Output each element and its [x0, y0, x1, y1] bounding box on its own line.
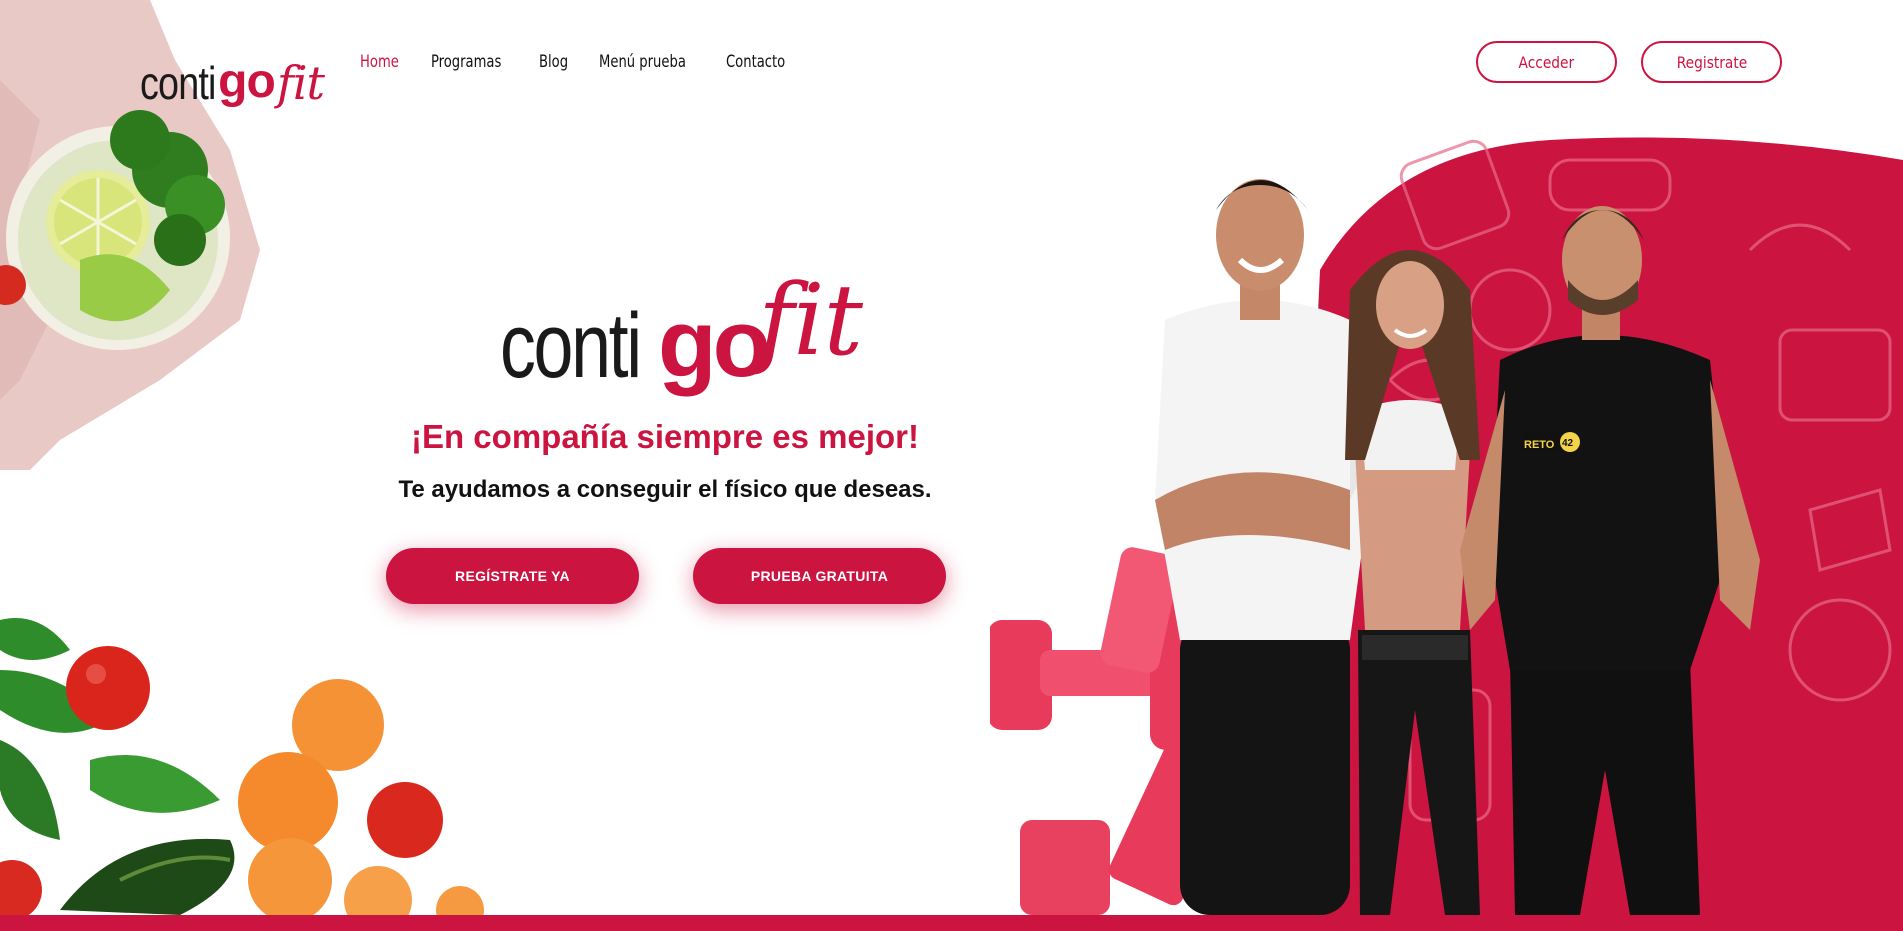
- free-trial-label: PRUEBA GRATUITA: [750, 568, 889, 584]
- site-logo[interactable]: conti go fit: [140, 26, 325, 110]
- logo-text-go: go: [218, 55, 276, 108]
- register-now-button[interactable]: REGÍSTRATE YA: [386, 548, 639, 604]
- trainers-photo: RETO 42: [990, 137, 1903, 915]
- svg-text:42: 42: [1562, 438, 1574, 449]
- main-nav: Home Programas Blog Menú prueba Contacto: [360, 52, 795, 72]
- hero-logo-fit: fit: [758, 264, 863, 378]
- landing-page: RETO 42 conti go fit Home Programas Blog…: [0, 0, 1903, 931]
- vegetables-icon: [0, 618, 484, 915]
- nav-item-contacto[interactable]: Contacto: [726, 52, 785, 72]
- shirt-logo: RETO: [1524, 439, 1555, 451]
- site-header: conti go fit Home Programas Blog Menú pr…: [0, 0, 1903, 130]
- nav-item-home[interactable]: Home: [360, 52, 399, 72]
- nav-item-blog[interactable]: Blog: [539, 52, 568, 72]
- hero-logo-conti: conti: [500, 295, 642, 397]
- hero-logo: conti go fit: [500, 262, 880, 422]
- bottom-strip: [0, 915, 1903, 931]
- hero-subline: Te ayudamos a conseguir el físico que de…: [398, 476, 932, 503]
- free-trial-button[interactable]: PRUEBA GRATUITA: [693, 548, 946, 604]
- hero-tagline: ¡En compañía siempre es mejor!: [410, 418, 919, 455]
- logo-text-conti: conti: [140, 57, 216, 109]
- nav-item-menu-prueba[interactable]: Menú prueba: [599, 52, 686, 72]
- login-button-label: Acceder: [1518, 52, 1575, 72]
- register-button[interactable]: Registrate: [1641, 41, 1782, 83]
- login-button[interactable]: Acceder: [1476, 41, 1617, 83]
- logo-text-fit: fit: [276, 56, 325, 110]
- hero-logo-go: go: [658, 290, 771, 397]
- register-button-label: Registrate: [1676, 52, 1747, 72]
- nav-item-programas[interactable]: Programas: [431, 52, 501, 72]
- register-now-label: REGÍSTRATE YA: [455, 568, 570, 584]
